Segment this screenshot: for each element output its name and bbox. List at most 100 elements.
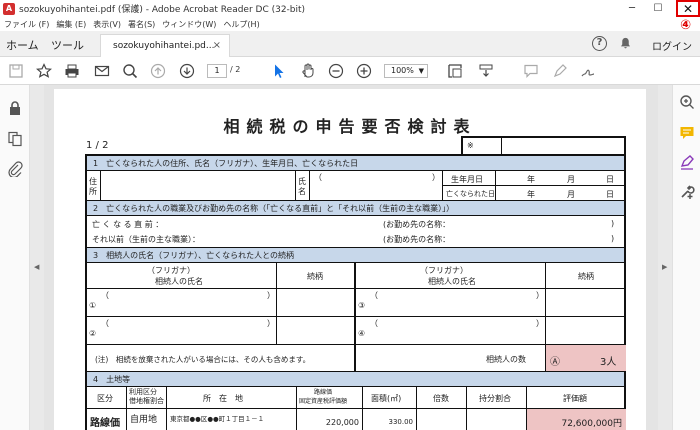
- lock-icon[interactable]: [7, 100, 23, 116]
- menu-sign[interactable]: 署名(S): [128, 19, 155, 30]
- next-page-icon[interactable]: [179, 63, 195, 79]
- land-usage-value: 自用地: [130, 415, 158, 425]
- zoom-search-icon[interactable]: [679, 94, 695, 110]
- login-link[interactable]: ログイン: [652, 38, 692, 53]
- heirs-header-row: （フリガナ） 相続人の氏名 続柄 （フリガナ） 相続人の氏名 続柄: [87, 263, 624, 289]
- death-date-label: 亡くなられた日: [446, 190, 495, 198]
- tab-document[interactable]: sozokuyohihantei.pd... ×: [100, 34, 230, 57]
- furigana-paren-open: （: [314, 173, 322, 182]
- renunciation-note-cell: (注) 相続を放棄された人がいる場合には、その人も含めます。: [87, 345, 356, 371]
- toolbar: 1 / 2 100% ▼: [0, 57, 700, 85]
- land-multiple-cell[interactable]: [417, 409, 467, 430]
- employer-label-1: (お勤め先の名称：: [383, 220, 451, 229]
- tools-wrench-icon[interactable]: [679, 184, 695, 200]
- land-kubun-cell[interactable]: 路線価: [87, 409, 127, 430]
- tab-close-icon[interactable]: ×: [213, 40, 221, 51]
- land-col-multiple: 倍数: [417, 387, 467, 408]
- page-fit-icon[interactable]: [447, 63, 463, 79]
- maximize-button[interactable]: ☐: [646, 0, 670, 17]
- heir1-name-field[interactable]: ① （ ）: [87, 289, 277, 316]
- bookmark-star-icon[interactable]: [36, 63, 52, 79]
- page-label: 1 / 2: [86, 140, 109, 151]
- search-icon[interactable]: [122, 63, 138, 79]
- land-area-cell[interactable]: 330.00: [363, 409, 417, 430]
- minimize-button[interactable]: ─: [620, 0, 644, 17]
- land-row: 路線価 自用地 東京都●●区●●町１丁目１－１ 220,000 330.00 7…: [87, 409, 626, 430]
- zoom-level-select[interactable]: 100% ▼: [384, 64, 428, 78]
- birth-date-label: 生年月日: [451, 175, 483, 184]
- menu-file[interactable]: ファイル (F): [4, 19, 49, 30]
- name-field[interactable]: （ ）: [310, 171, 443, 200]
- occupation-before-death-label: 亡 く な る 直 前 ：: [92, 220, 164, 229]
- heir2-name-field[interactable]: ② （ ）: [87, 317, 277, 344]
- land-col-kubun-label: 区分: [97, 394, 113, 403]
- furigana-col-label: （フリガナ）: [147, 266, 195, 275]
- pages-thumbnail-icon[interactable]: [7, 131, 23, 147]
- heir-row-2: ② （ ） ④ （ ）: [87, 317, 624, 345]
- comment-tool-icon[interactable]: [679, 125, 695, 141]
- land-usage-cell[interactable]: 自用地: [127, 409, 167, 430]
- zoom-out-icon[interactable]: [328, 63, 344, 79]
- pdf-page: 相続税の申告要否検討表 1 / 2 ※ 1 亡くなられた人の住所、氏名（フリガナ…: [54, 89, 646, 430]
- land-col-kubun: 区分: [87, 387, 127, 408]
- hand-tool-icon[interactable]: [300, 63, 316, 79]
- heir4-relation-field[interactable]: [546, 317, 626, 344]
- heir-name-header: （フリガナ） 相続人の氏名: [87, 263, 277, 288]
- land-area-value: 330.00: [388, 418, 414, 426]
- heir3-number: ③: [358, 301, 366, 310]
- menu-window[interactable]: ウィンドウ(W): [162, 19, 216, 30]
- address-field[interactable]: [101, 171, 296, 200]
- right-pane-toggle[interactable]: ▶: [658, 85, 672, 430]
- address-label: 住所: [89, 177, 97, 196]
- left-pane-toggle[interactable]: ◀: [30, 85, 44, 430]
- scroll-mode-icon[interactable]: [478, 63, 494, 79]
- attachment-icon[interactable]: [7, 161, 23, 177]
- occupation-lifetime-label: それ以前（生前の主な職業）：: [92, 235, 200, 244]
- page-total: / 2: [230, 65, 241, 74]
- previous-page-icon[interactable]: [150, 63, 166, 79]
- page-number-input[interactable]: 1: [207, 64, 227, 78]
- tab-tools[interactable]: ツール: [51, 37, 84, 53]
- fill-sign-icon[interactable]: [679, 155, 695, 171]
- tab-bar: ホーム ツール sozokuyohihantei.pd... × ? ログイン: [0, 31, 700, 57]
- heir4-name-field[interactable]: ④ （ ）: [356, 317, 546, 344]
- help-icon[interactable]: ?: [592, 36, 607, 51]
- comment-icon[interactable]: [523, 63, 539, 79]
- land-col-rosenka-label: 路線価 固定資産税評価額: [299, 389, 348, 405]
- document-viewer[interactable]: 相続税の申告要否検討表 1 / 2 ※ 1 亡くなられた人の住所、氏名（フリガナ…: [44, 85, 658, 430]
- heir3-relation-field[interactable]: [546, 289, 626, 316]
- heirs-count-cell: Ⓐ 3人: [546, 345, 626, 371]
- heirs-count-value: 3人: [600, 357, 617, 368]
- land-rosenka-value: 220,000: [325, 418, 359, 427]
- menu-edit[interactable]: 編集 (E): [56, 19, 86, 30]
- heir4-paren-close: ）: [536, 319, 544, 328]
- select-cursor-icon[interactable]: [271, 63, 287, 79]
- heir2-relation-field[interactable]: [277, 317, 356, 344]
- tab-home[interactable]: ホーム: [6, 37, 39, 53]
- menu-help[interactable]: ヘルプ(H): [223, 19, 259, 30]
- heir3-name-field[interactable]: ③ （ ）: [356, 289, 546, 316]
- bell-icon[interactable]: [619, 37, 632, 50]
- section2-heading: 2 亡くなられた人の職業及びお勤め先の名称（「亡くなる直前」と「それ以前（生前の…: [87, 201, 624, 216]
- land-location-cell[interactable]: 東京都●●区●●町１丁目１－１: [167, 409, 297, 430]
- land-share-cell[interactable]: [467, 409, 527, 430]
- deceased-info-row: 住所 氏名 （ ） 生年月日 亡くなられた日 年 月 日 年 月 日: [87, 171, 626, 201]
- print-icon[interactable]: [64, 63, 80, 79]
- document-title: 相続税の申告要否検討表: [223, 117, 477, 136]
- save-icon[interactable]: [8, 63, 24, 79]
- zoom-in-icon[interactable]: [356, 63, 372, 79]
- highlight-pen-icon[interactable]: [552, 63, 568, 79]
- section3-heading: 3 相続人の氏名（フリガナ）、亡くなられた人との続柄: [87, 248, 624, 263]
- heir1-relation-field[interactable]: [277, 289, 356, 316]
- close-button[interactable]: ✕: [676, 0, 700, 17]
- relation-col-label: 続柄: [307, 272, 323, 281]
- land-col-share: 持分割合: [467, 387, 527, 408]
- heirs-count-label-cell: 相続人の数: [356, 345, 546, 371]
- land-col-share-label: 持分割合: [479, 394, 511, 403]
- mail-icon[interactable]: [94, 63, 110, 79]
- menu-view[interactable]: 表示(V): [93, 19, 121, 30]
- menu-bar: ファイル (F) 編集 (E) 表示(V) 署名(S) ウィンドウ(W) ヘルプ…: [0, 17, 700, 31]
- land-rosenka-cell[interactable]: 220,000: [297, 409, 363, 430]
- sign-icon[interactable]: [580, 63, 596, 79]
- heir-name-col-label: 相続人の氏名: [155, 277, 203, 286]
